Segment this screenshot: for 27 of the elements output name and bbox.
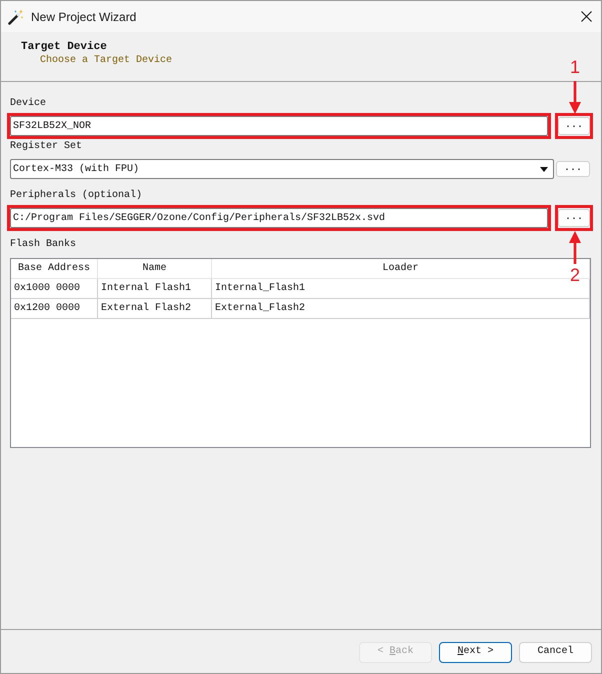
dialog-button[interactable]: Cancel [519, 642, 592, 662]
magic-wand-icon [8, 8, 24, 24]
browse-button[interactable]: ... [556, 161, 590, 177]
field-label: Peripherals (optional) [10, 190, 142, 202]
table-cell: External_Flash2 [212, 299, 590, 318]
browse-button[interactable]: ... [558, 117, 590, 135]
column-header[interactable]: Name [142, 262, 166, 274]
dropdown[interactable]: Cortex-M33 (with FPU) [10, 159, 554, 179]
window-title: New Project Wizard [31, 8, 136, 24]
page-title: Target Device [21, 41, 107, 54]
table-cell: 0x1200 0000 [11, 299, 98, 318]
text-field[interactable]: SF32LB52X_NOR [10, 116, 548, 136]
text-field[interactable]: C:/Program Files/SEGGER/Ozone/Config/Peripherals/SF32LB52x.svd [10, 208, 548, 228]
annotation-number: 1 [570, 58, 580, 77]
close-icon[interactable] [581, 11, 592, 22]
dialog-button[interactable]: Next > [439, 642, 512, 662]
table-cell: External Flash2 [98, 299, 212, 318]
dropdown-arrow-icon[interactable] [540, 166, 548, 172]
page-subtitle: Choose a Target Device [40, 54, 172, 67]
field-label: Register Set [10, 141, 82, 153]
field-label: Device [10, 98, 46, 110]
column-header[interactable]: Base Address [18, 262, 90, 274]
browse-button[interactable]: ... [558, 209, 590, 227]
section-label: Flash Banks [10, 239, 76, 251]
table-cell: 0x1000 0000 [11, 279, 98, 298]
table-cell: Internal Flash1 [98, 279, 212, 298]
column-header[interactable]: Loader [382, 262, 418, 274]
